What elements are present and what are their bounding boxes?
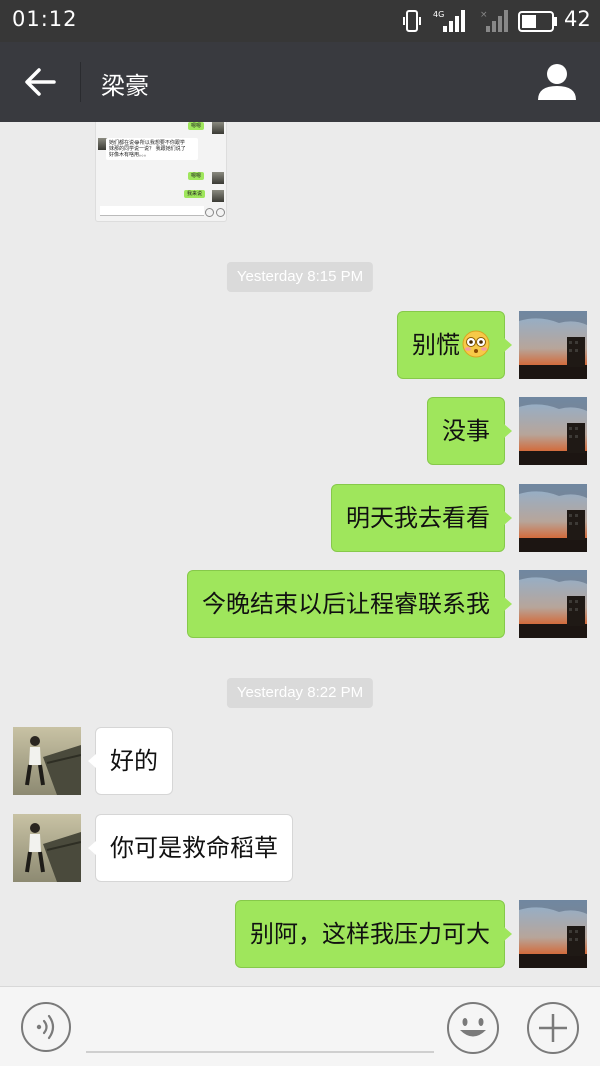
message-bubble-sent[interactable]: 别慌 [397, 311, 512, 379]
message-text: 别阿，这样我压力可大 [250, 920, 490, 948]
message-text: 没事 [442, 417, 490, 445]
preview-smiley-icon [205, 208, 214, 217]
back-arrow-icon[interactable] [22, 64, 58, 100]
preview-message: 她们都在说😂所以我想要不你跟学 妹那的同学说一说？ 我跟她们说了 好像木有啥用。… [106, 138, 198, 160]
message-text: 好的 [110, 747, 158, 775]
message-text: 你可是救命稻草 [110, 834, 278, 862]
flushed-face-icon [462, 330, 490, 358]
network-label: 4G [433, 10, 444, 19]
signal-4g-icon: 4G [433, 10, 465, 32]
sunset-avatar-image [519, 900, 587, 968]
sunset-avatar-image [519, 397, 587, 465]
my-avatar[interactable] [519, 570, 587, 638]
chat-messages[interactable]: 嗯嗯 她们都在说😂所以我想要不你跟学 妹那的同学说一说？ 我跟她们说了 好像木有… [0, 122, 600, 986]
preview-line: 好像木有啥用。。。 [109, 152, 150, 158]
person-on-pier-avatar-image [13, 814, 81, 882]
preview-plus-icon [216, 208, 225, 217]
my-avatar[interactable] [519, 900, 587, 968]
vibrate-icon [403, 10, 421, 32]
message-text: 今晚结束以后让程睿联系我 [202, 590, 490, 618]
plus-icon[interactable] [526, 1001, 580, 1055]
contact-avatar[interactable] [13, 727, 81, 795]
chat-header: 梁豪 [0, 42, 600, 122]
status-time: 01:12 [12, 7, 78, 31]
status-bar: 01:12 4G × 42 [0, 0, 600, 42]
my-avatar[interactable] [519, 397, 587, 465]
header-divider [80, 62, 81, 102]
preview-line: 我来说 [184, 190, 206, 198]
timestamp: Yesterday 8:22 PM [226, 678, 374, 708]
smiley-icon[interactable] [446, 1001, 500, 1055]
preview-avatar [212, 190, 224, 202]
preview-avatar [212, 172, 224, 184]
sunset-avatar-image [519, 570, 587, 638]
message-bubble-received[interactable]: 你可是救命稻草 [88, 814, 293, 882]
message-bubble-sent[interactable]: 没事 [427, 397, 512, 465]
voice-icon[interactable] [20, 1001, 72, 1053]
svg-text:×: × [480, 10, 488, 20]
message-bubble-sent[interactable]: 今晚结束以后让程睿联系我 [187, 570, 512, 638]
timestamp: Yesterday 8:15 PM [226, 262, 374, 292]
contact-name: 梁豪 [101, 72, 149, 100]
profile-person-icon[interactable] [536, 62, 578, 102]
battery-level: 42 [564, 7, 591, 31]
contact-avatar[interactable] [13, 814, 81, 882]
message-text: 明天我去看看 [346, 504, 490, 532]
my-avatar[interactable] [519, 311, 587, 379]
message-bubble-sent[interactable]: 明天我去看看 [331, 484, 512, 552]
preview-avatar [212, 122, 224, 134]
message-bubble-received[interactable]: 好的 [88, 727, 173, 795]
preview-line: 嗯嗯 [188, 172, 205, 180]
my-avatar[interactable] [519, 484, 587, 552]
preview-input [100, 206, 204, 216]
battery-icon [518, 11, 557, 32]
message-input-bar [0, 986, 600, 1066]
preview-line: 嗯嗯 [188, 122, 205, 130]
sunset-avatar-image [519, 311, 587, 379]
message-bubble-sent[interactable]: 别阿，这样我压力可大 [235, 900, 512, 968]
message-text: 别慌 [412, 331, 460, 359]
person-on-pier-avatar-image [13, 727, 81, 795]
sunset-avatar-image [519, 484, 587, 552]
screenshot-image-message[interactable]: 嗯嗯 她们都在说😂所以我想要不你跟学 妹那的同学说一说？ 我跟她们说了 好像木有… [95, 122, 227, 222]
signal-no-sim-icon: × [480, 10, 508, 32]
message-input[interactable] [86, 999, 434, 1053]
